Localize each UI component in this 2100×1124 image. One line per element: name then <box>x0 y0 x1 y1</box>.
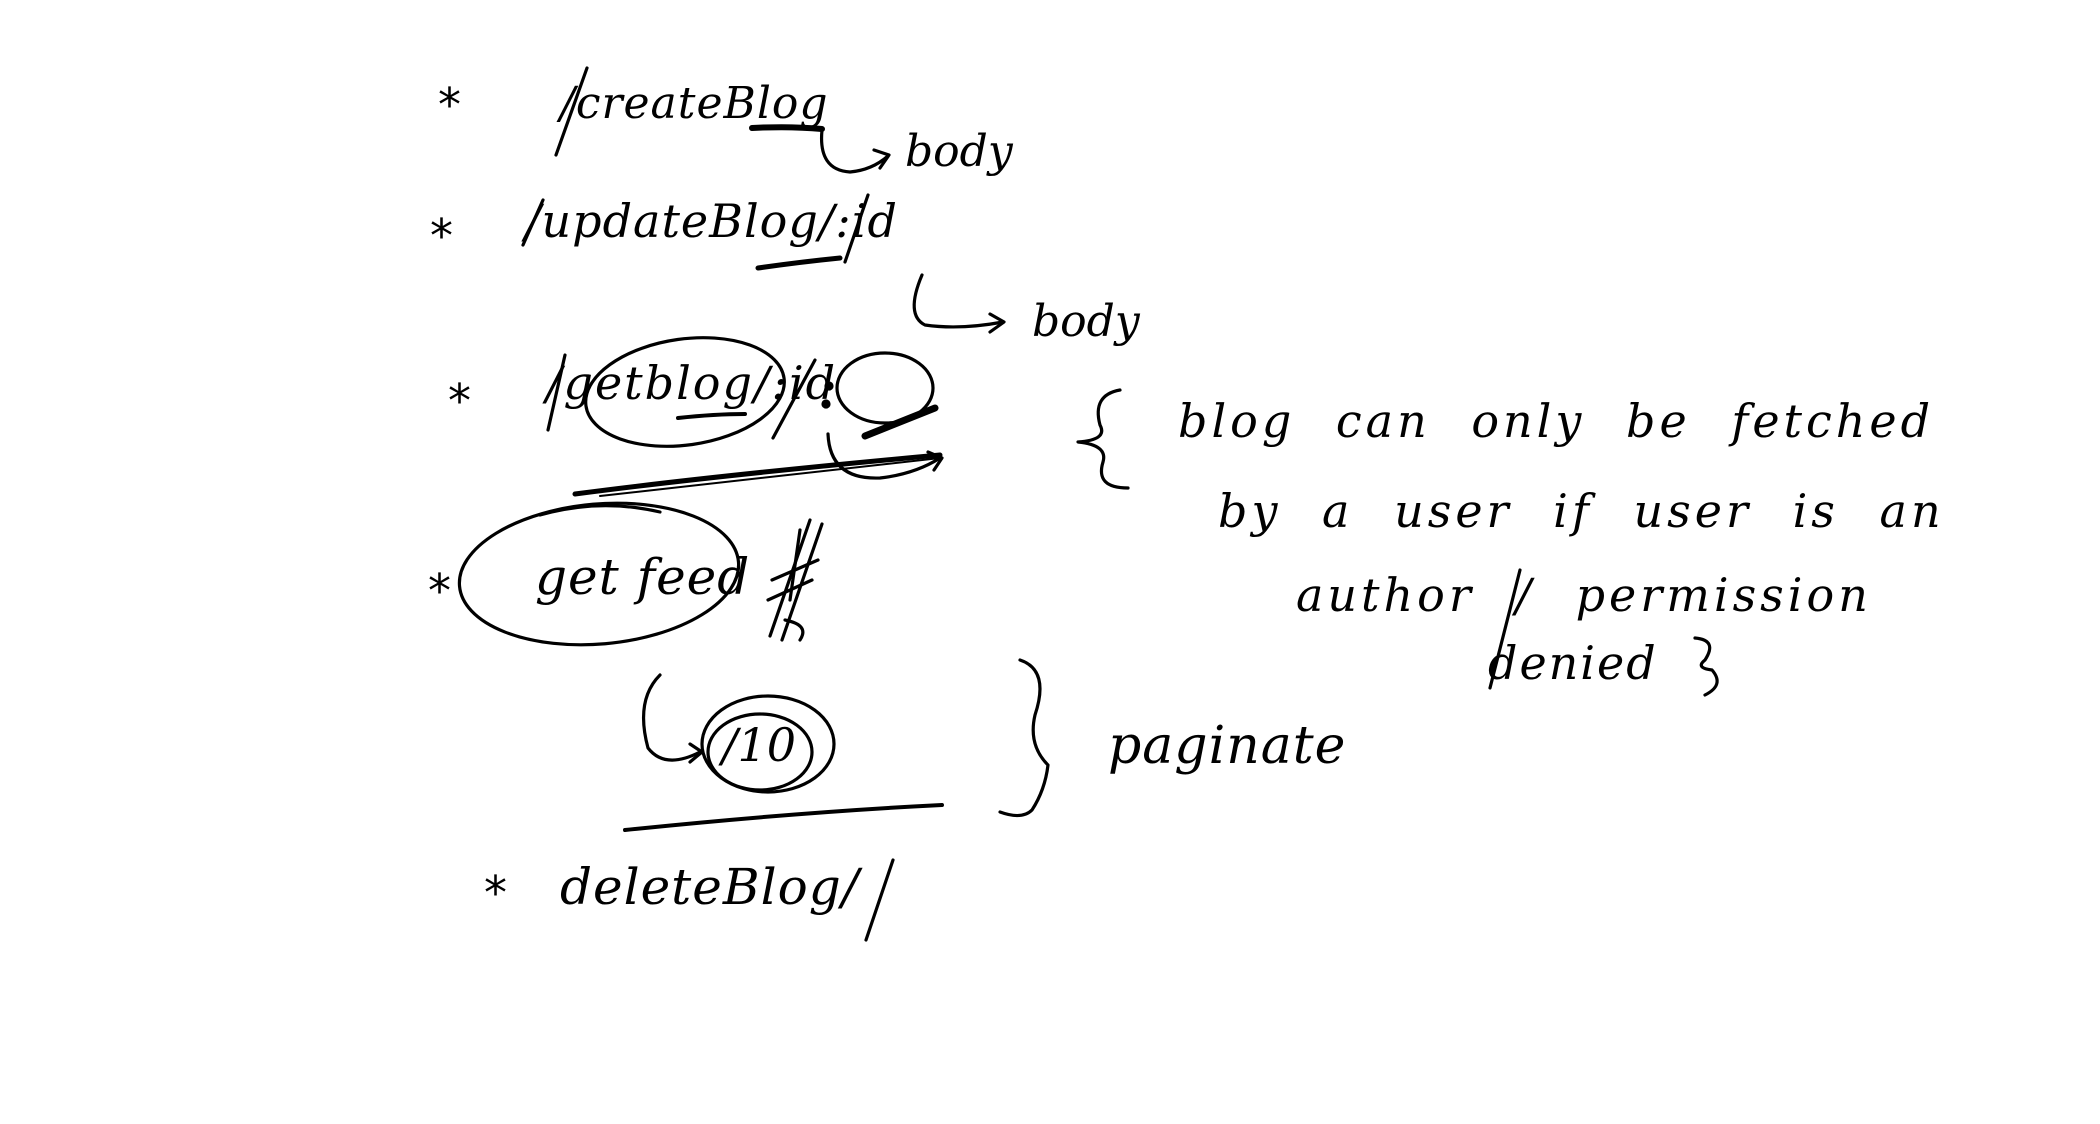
note-line-1: blog can only be fetched <box>1178 394 1935 448</box>
label-page-size: /10 <box>722 718 797 772</box>
brace-note-close <box>1693 636 1719 697</box>
slash-delete-trail <box>864 858 895 942</box>
arrow-update-body <box>912 273 1005 329</box>
route-update: /updateBlog/:id <box>525 194 898 248</box>
oval-feed-overstroke <box>538 504 662 517</box>
underline-update <box>755 255 843 271</box>
bullet-create: * <box>438 78 461 132</box>
brace-note <box>1076 388 1130 490</box>
label-update-body: body <box>1032 296 1140 347</box>
ink-strokes <box>457 66 1719 942</box>
route-delete: deleteBlog/ <box>560 858 860 916</box>
bullet-get: * <box>448 374 471 428</box>
bullet-delete: * <box>484 866 507 920</box>
label-create-body: body <box>905 126 1013 177</box>
separator-get <box>572 452 943 497</box>
route-get: /getblog/:id <box>546 356 838 410</box>
separator-paginate <box>623 803 944 832</box>
label-paginate: paginate <box>1108 716 1347 776</box>
whiteboard-canvas: * * * * * /createBlog body /updateBlog/:… <box>0 0 2100 1124</box>
arrow-paginate <box>642 673 702 762</box>
brace-paginate <box>998 658 1050 818</box>
label-feed: get feed <box>535 548 751 606</box>
note-line-4: denied <box>1488 636 1658 690</box>
note-line-3: author / permission <box>1296 568 1872 622</box>
note-line-2: by a user if user is an <box>1218 484 1945 538</box>
underline-getblog <box>676 412 747 420</box>
bullet-update: * <box>430 209 453 263</box>
bullet-feed: * <box>428 564 451 618</box>
route-create: /createBlog <box>560 78 829 129</box>
